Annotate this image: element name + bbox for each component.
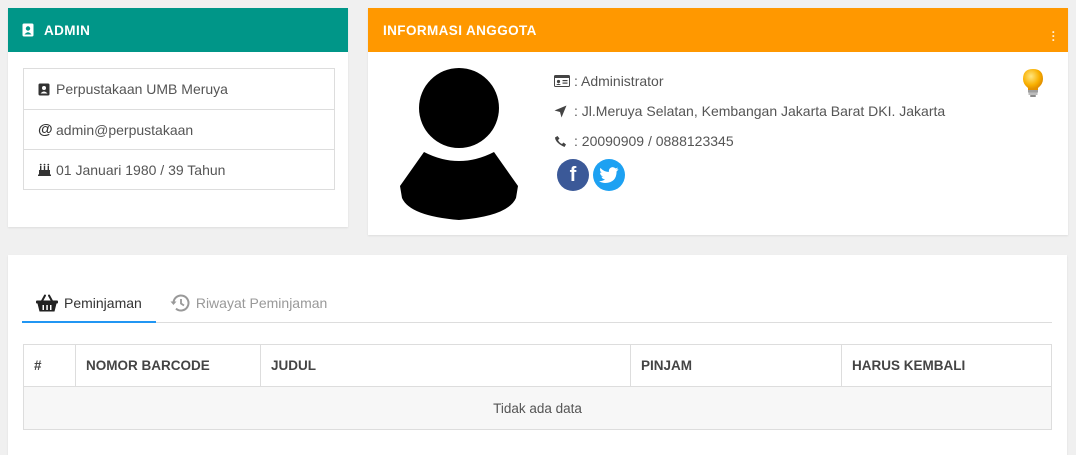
- twitter-icon[interactable]: [593, 159, 625, 191]
- loan-card: Peminjaman Riwayat Peminjaman # NOMOR BA…: [8, 255, 1067, 455]
- member-role-text: : Administrator: [574, 73, 664, 89]
- admin-card: ADMIN Perpustakaan UMB Meruya @ admin@pe…: [8, 8, 348, 227]
- table-header-row: # NOMOR BARCODE JUDUL PINJAM HARUS KEMBA…: [23, 344, 1052, 387]
- social-links: f: [557, 159, 625, 191]
- column-header-number[interactable]: #: [23, 344, 76, 387]
- column-header-judul[interactable]: JUDUL: [260, 344, 631, 387]
- avatar: [396, 66, 522, 227]
- admin-birthdate-text: 01 Januari 1980 / 39 Tahun: [56, 161, 226, 178]
- column-header-pinjam[interactable]: PINJAM: [630, 344, 842, 387]
- member-card-title: INFORMASI ANGGOTA: [383, 22, 537, 38]
- member-card-header: INFORMASI ANGGOTA · · ·: [368, 8, 1068, 52]
- admin-card-title: ADMIN: [44, 22, 91, 38]
- column-header-harus-kembali[interactable]: HARUS KEMBALI: [841, 344, 1052, 387]
- history-icon: [170, 294, 190, 312]
- address-card-icon: [38, 83, 52, 96]
- id-card-icon: [554, 75, 570, 87]
- tab-peminjaman-label: Peminjaman: [64, 295, 142, 311]
- admin-birthdate: 01 Januari 1980 / 39 Tahun: [24, 149, 334, 189]
- loan-table: # NOMOR BARCODE JUDUL PINJAM HARUS KEMBA…: [23, 344, 1052, 430]
- admin-card-header: ADMIN: [8, 8, 348, 52]
- admin-email-text: admin@perpustakaan: [56, 121, 194, 138]
- loan-tabs: Peminjaman Riwayat Peminjaman: [22, 285, 1052, 323]
- tab-peminjaman[interactable]: Peminjaman: [22, 285, 156, 323]
- location-arrow-icon: [554, 105, 570, 118]
- member-address: : Jl.Meruya Selatan, Kembangan Jakarta B…: [554, 96, 945, 126]
- column-header-barcode[interactable]: NOMOR BARCODE: [75, 344, 261, 387]
- member-role: : Administrator: [554, 66, 945, 96]
- lightbulb-icon: [1022, 68, 1044, 103]
- admin-organization: Perpustakaan UMB Meruya: [24, 69, 334, 109]
- table-row: Tidak ada data: [23, 386, 1052, 430]
- birthday-cake-icon: [38, 163, 52, 176]
- admin-email: @ admin@perpustakaan: [24, 109, 334, 149]
- member-details: : Administrator : Jl.Meruya Selatan, Kem…: [554, 66, 945, 156]
- admin-organization-text: Perpustakaan UMB Meruya: [56, 81, 228, 97]
- address-book-icon: [22, 23, 34, 37]
- tab-riwayat-peminjaman[interactable]: Riwayat Peminjaman: [156, 285, 342, 321]
- phone-icon: [554, 135, 570, 148]
- tab-riwayat-label: Riwayat Peminjaman: [195, 295, 328, 311]
- member-phone-text: : 20090909 / 0888123345: [574, 133, 734, 149]
- member-address-text: : Jl.Meruya Selatan, Kembangan Jakarta B…: [574, 103, 946, 119]
- empty-table-message: Tidak ada data: [23, 386, 1052, 430]
- member-phone: : 20090909 / 0888123345: [554, 126, 945, 156]
- facebook-label: f: [569, 163, 577, 186]
- member-info-card: INFORMASI ANGGOTA · · · : Administrator : …: [368, 8, 1068, 235]
- facebook-icon[interactable]: f: [557, 159, 589, 191]
- shopping-basket-icon: [36, 294, 58, 312]
- admin-info-list: Perpustakaan UMB Meruya @ admin@perpusta…: [23, 68, 335, 190]
- at-icon: @: [38, 121, 53, 138]
- more-options-icon[interactable]: · · ·: [1052, 26, 1056, 46]
